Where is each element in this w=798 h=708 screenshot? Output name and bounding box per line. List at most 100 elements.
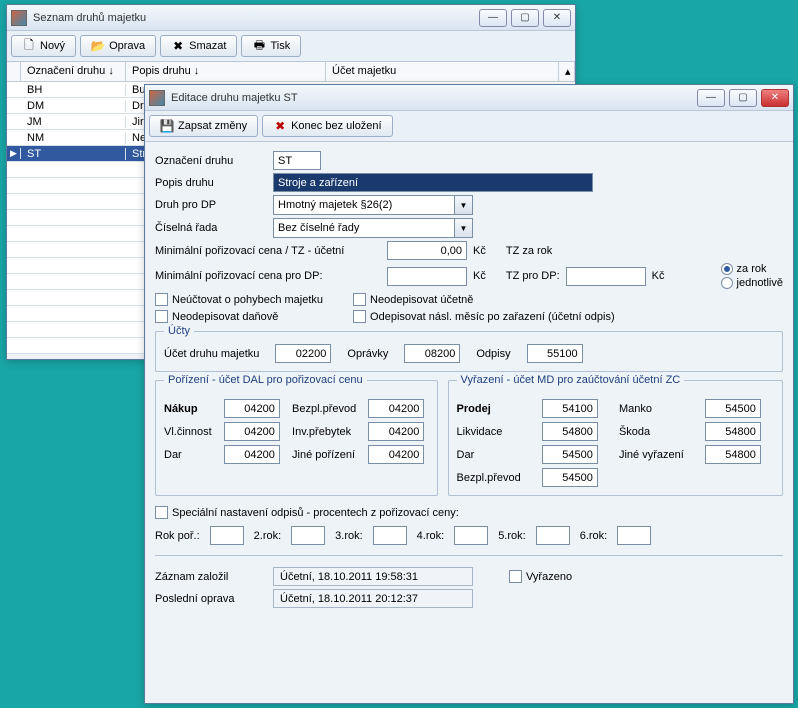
porizeni-input[interactable]: [224, 422, 280, 441]
druhdp-select[interactable]: Hmotný majetek §26(2) ▼: [273, 195, 473, 215]
r6-input[interactable]: [617, 526, 651, 545]
save-button[interactable]: 💾Zapsat změny: [149, 115, 258, 137]
kc-label: Kč: [473, 270, 486, 282]
ciselna-select[interactable]: Bez číselné řady ▼: [273, 218, 473, 238]
vyrazeni-input[interactable]: [542, 445, 598, 464]
new-button[interactable]: 🗋Nový: [11, 35, 76, 57]
cell-code: ST: [21, 148, 126, 160]
vyrazeni-label: Škoda: [619, 426, 697, 438]
porizeni-label: Jiné pořízení: [292, 449, 360, 461]
close-button[interactable]: ✕: [761, 89, 789, 107]
delete-icon: ✖: [171, 39, 185, 53]
porizeni-input[interactable]: [368, 422, 424, 441]
chk-neuctovat[interactable]: Neúčtovat o pohybech majetku: [155, 293, 323, 306]
popis-input[interactable]: [273, 173, 593, 192]
cell-code: NM: [21, 132, 126, 144]
folder-open-icon: 📂: [91, 39, 105, 53]
col-oznaceni-header[interactable]: Označení druhu ↓: [21, 62, 126, 81]
vyrazeni-label: Dar: [457, 449, 534, 461]
rokpor-input[interactable]: [210, 526, 244, 545]
vyrazeni-grid: Prodej Manko Likvidace Škoda Dar Jiné vyřazen…: [457, 399, 774, 487]
r2-input[interactable]: [291, 526, 325, 545]
label-odpisy: Odpisy: [476, 348, 510, 360]
cancel-button[interactable]: ✖Konec bez uložení: [262, 115, 393, 137]
chk-neodep-ucet[interactable]: Neodepisovat účetně: [353, 293, 615, 306]
sort-arrow-icon: ↓: [108, 65, 114, 77]
list-titlebar: Seznam druhů majetku — ▢ ✕: [7, 5, 575, 31]
label-r2: 2.rok:: [254, 530, 282, 542]
zalozil-value: Účetní, 18.10.2011 19:58:31: [273, 567, 473, 586]
mindp-input[interactable]: [387, 267, 467, 286]
porizeni-fieldset: Pořízení - účet DAL pro pořizovací cenu …: [155, 380, 438, 496]
r5-input[interactable]: [536, 526, 570, 545]
vyrazeni-label: Likvidace: [457, 426, 534, 438]
vyrazeni-input[interactable]: [705, 445, 761, 464]
porizeni-input[interactable]: [368, 445, 424, 464]
label-r4: 4.rok:: [417, 530, 445, 542]
label-zalozil: Záznam založil: [155, 571, 267, 583]
vyrazeni-input[interactable]: [542, 422, 598, 441]
porizeni-label: Bezpl.převod: [292, 403, 360, 415]
vyrazeni-fieldset: Vyřazení - účet MD pro zaúčtování účetní…: [448, 380, 783, 496]
opravky-input[interactable]: [404, 344, 460, 363]
delete-button[interactable]: ✖Smazat: [160, 35, 237, 57]
list-header: Označení druhu ↓ Popis druhu ↓ Účet maje…: [7, 62, 575, 82]
label-oprava: Poslední oprava: [155, 593, 267, 605]
label-r5: 5.rok:: [498, 530, 526, 542]
vyrazeni-input[interactable]: [705, 399, 761, 418]
chk-vyrazeno[interactable]: Vyřazeno: [509, 570, 572, 583]
ucet-druh-input[interactable]: [275, 344, 331, 363]
chk-neodep-dan[interactable]: Neodepisovat daňově: [155, 310, 323, 323]
oznaceni-input[interactable]: [273, 151, 321, 170]
col-ucet-header[interactable]: Účet majetku: [326, 62, 559, 81]
chk-special[interactable]: Speciální nastavení odpisů - procentech …: [155, 506, 459, 519]
edit-titlebar: Editace druhu majetku ST — ▢ ✕: [145, 85, 793, 111]
label-oznaceni: Označení druhu: [155, 155, 267, 167]
r4-input[interactable]: [454, 526, 488, 545]
print-button[interactable]: 🖶Tisk: [241, 35, 301, 57]
rowindicator-header: [7, 62, 21, 81]
ucty-fieldset: Účty Účet druhu majetku Oprávky Odpisy: [155, 331, 783, 372]
vyrazeni-label: Bezpl.převod: [457, 472, 534, 484]
edit-button[interactable]: 📂Oprava: [80, 35, 156, 57]
cancel-icon: ✖: [273, 119, 287, 133]
radio-jednotlive[interactable]: jednotlivě: [721, 277, 783, 289]
tzprodp-label: TZ pro DP:: [506, 270, 560, 282]
odpisy-input[interactable]: [527, 344, 583, 363]
r3-input[interactable]: [373, 526, 407, 545]
vyrazeni-label: Manko: [619, 403, 697, 415]
col-popis-header[interactable]: Popis druhu ↓: [126, 62, 326, 81]
vyrazeni-input[interactable]: [705, 422, 761, 441]
label-rokpor: Rok poř.:: [155, 530, 200, 542]
close-button[interactable]: ✕: [543, 9, 571, 27]
porizeni-input[interactable]: [224, 399, 280, 418]
label-popis: Popis druhu: [155, 177, 267, 189]
cell-code: BH: [21, 84, 126, 96]
minimize-button[interactable]: —: [697, 89, 725, 107]
porizeni-grid: NákupBezpl.převodVl.činnostInv.přebytekD…: [164, 399, 429, 464]
mintz-input[interactable]: [387, 241, 467, 260]
porizeni-input[interactable]: [224, 445, 280, 464]
vyrazeni-input[interactable]: [542, 399, 598, 418]
maximize-button[interactable]: ▢: [729, 89, 757, 107]
maximize-button[interactable]: ▢: [511, 9, 539, 27]
vyrazeni-label: Jiné vyřazení: [619, 449, 697, 461]
label-ucet-druh: Účet druhu majetku: [164, 348, 259, 360]
porizeni-legend: Pořízení - účet DAL pro pořizovací cenu: [164, 374, 367, 386]
chk-odep-nasl[interactable]: Odepisovat násl. měsíc po zařazení (účet…: [353, 310, 615, 323]
druhdp-value: Hmotný majetek §26(2): [274, 199, 454, 211]
vyrazeni-label: Prodej: [457, 403, 534, 415]
col-expand[interactable]: ▴: [559, 62, 575, 81]
cell-code: DM: [21, 100, 126, 112]
tzzarok-label: TZ za rok: [506, 245, 552, 257]
porizeni-label: Nákup: [164, 403, 216, 415]
vyrazeni-legend: Vyřazení - účet MD pro zaúčtování účetní…: [457, 374, 685, 386]
printer-icon: 🖶: [252, 39, 266, 53]
radio-zarok[interactable]: za rok: [721, 263, 783, 275]
tzprodp-input[interactable]: [566, 267, 646, 286]
oprava-value: Účetní, 18.10.2011 20:12:37: [273, 589, 473, 608]
edit-window: Editace druhu majetku ST — ▢ ✕ 💾Zapsat z…: [144, 84, 794, 704]
vyrazeni-input[interactable]: [542, 468, 598, 487]
porizeni-input[interactable]: [368, 399, 424, 418]
minimize-button[interactable]: —: [479, 9, 507, 27]
